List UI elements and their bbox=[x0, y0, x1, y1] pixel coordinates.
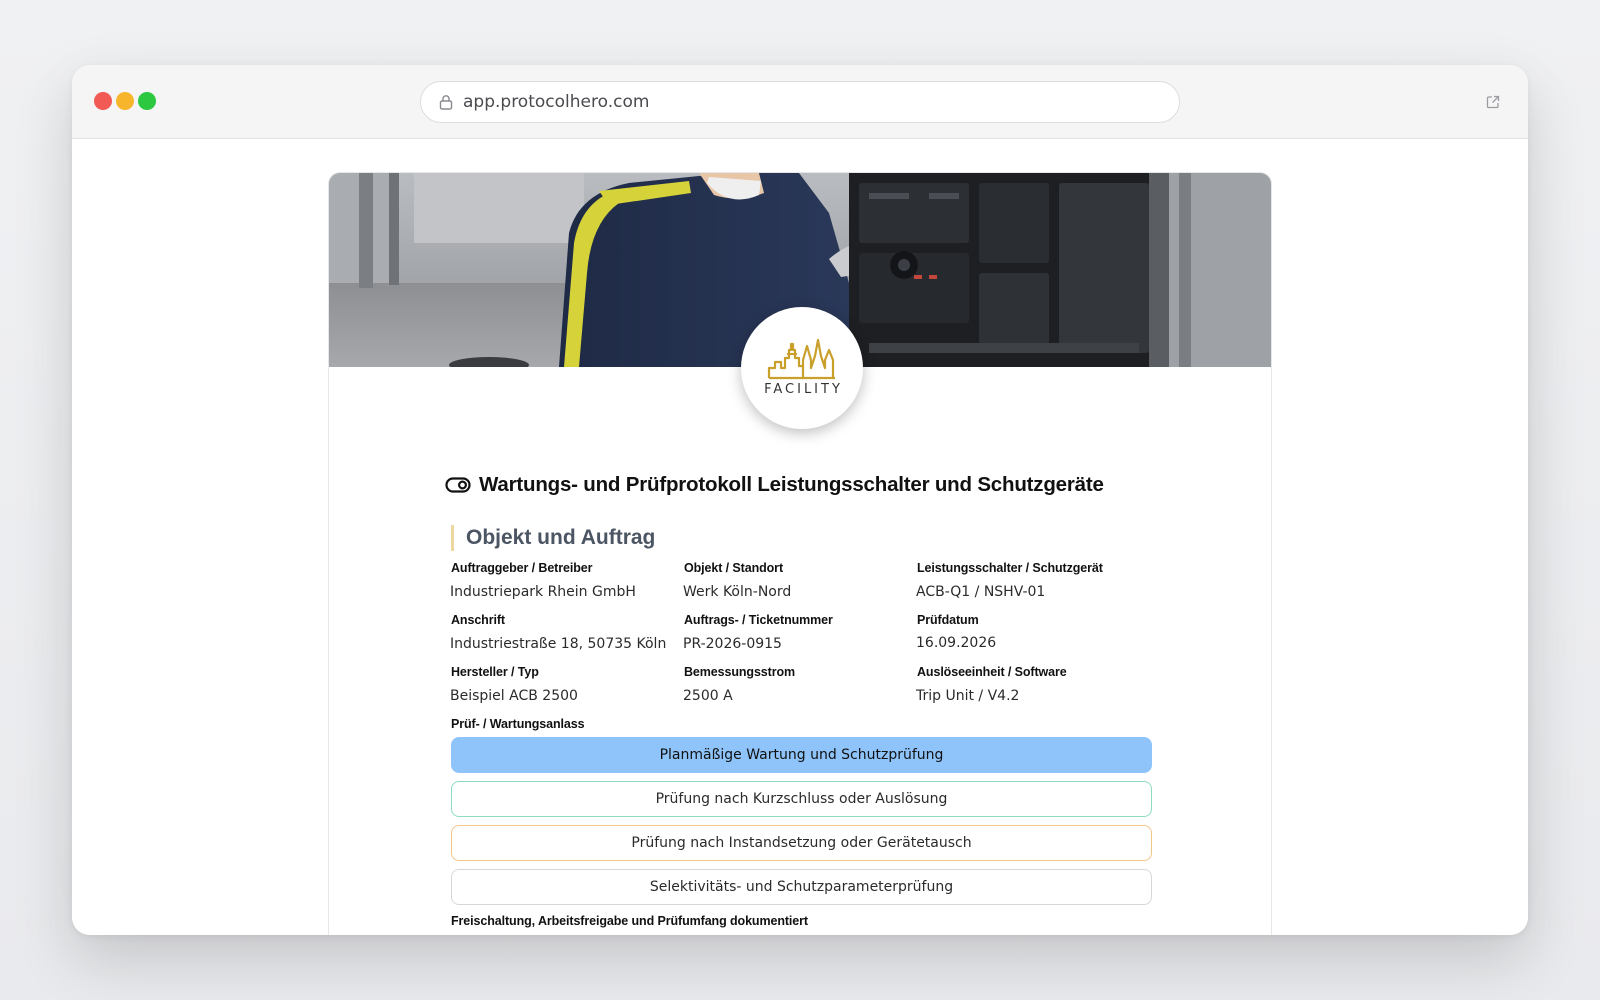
field-label-pruefdatum: Prüfdatum bbox=[917, 613, 979, 627]
field-value-anschrift[interactable]: Industriestraße 18, 50735 Köln bbox=[450, 636, 666, 652]
page-viewport[interactable]: FACILITY Wartungs- und Prüfprotokoll Lei… bbox=[72, 140, 1528, 935]
field-value-pruefdatum[interactable]: 16.09.2026 bbox=[916, 635, 996, 651]
field-value-ausloeseeinheit[interactable]: Trip Unit / V4.2 bbox=[916, 688, 1019, 704]
option-pruefung-instandsetzung[interactable]: Prüfung nach Instandsetzung oder Gerätet… bbox=[451, 825, 1152, 861]
minimize-window-button[interactable] bbox=[116, 92, 134, 110]
close-window-button[interactable] bbox=[94, 92, 112, 110]
skyline-logo-icon bbox=[767, 338, 835, 379]
option-planmaessige-wartung[interactable]: Planmäßige Wartung und Schutzprüfung bbox=[451, 737, 1152, 773]
field-label-bemessungsstrom: Bemessungsstrom bbox=[684, 665, 796, 679]
field-value-bemessungsstrom[interactable]: 2500 A bbox=[683, 688, 733, 704]
field-value-auftraggeber[interactable]: Industriepark Rhein GmbH bbox=[450, 584, 636, 600]
section-title: Objekt und Auftrag bbox=[466, 526, 656, 549]
protocol-card: FACILITY Wartungs- und Prüfprotokoll Lei… bbox=[328, 172, 1272, 935]
browser-window: app.protocolhero.com FACILITY Wartungs- … bbox=[72, 65, 1528, 935]
option-pruefung-kurzschluss[interactable]: Prüfung nach Kurzschluss oder Auslösung bbox=[451, 781, 1152, 817]
company-logo: FACILITY bbox=[741, 307, 863, 429]
lock-icon bbox=[439, 95, 453, 110]
field-label-leistungsschalter: Leistungsschalter / Schutzgerät bbox=[917, 561, 1103, 575]
field-value-hersteller[interactable]: Beispiel ACB 2500 bbox=[450, 688, 578, 704]
field-label-objekt: Objekt / Standort bbox=[684, 561, 784, 575]
field-label-auftraggeber: Auftraggeber / Betreiber bbox=[451, 561, 593, 575]
document-title: Wartungs- und Prüfprotokoll Leistungssch… bbox=[479, 473, 1104, 496]
field-value-leistungsschalter[interactable]: ACB-Q1 / NSHV-01 bbox=[916, 584, 1045, 600]
toggle-switch-icon bbox=[445, 477, 471, 493]
address-bar[interactable]: app.protocolhero.com bbox=[420, 81, 1180, 123]
open-external-icon[interactable] bbox=[1486, 95, 1500, 109]
field-label-hersteller: Hersteller / Typ bbox=[451, 665, 539, 679]
field-value-objekt[interactable]: Werk Köln-Nord bbox=[683, 584, 791, 600]
address-bar-url: app.protocolhero.com bbox=[463, 92, 650, 112]
document-title-row: Wartungs- und Prüfprotokoll Leistungssch… bbox=[445, 473, 1104, 497]
browser-titlebar: app.protocolhero.com bbox=[72, 65, 1528, 139]
option-selektivitaetspruefung[interactable]: Selektivitäts- und Schutzparameterprüfun… bbox=[451, 869, 1152, 905]
field-label-ausloeseeinheit: Auslöseeinheit / Software bbox=[917, 665, 1067, 679]
maximize-window-button[interactable] bbox=[138, 92, 156, 110]
field-value-ticketnummer[interactable]: PR-2026-0915 bbox=[683, 636, 782, 652]
field-label-anlass: Prüf- / Wartungsanlass bbox=[451, 717, 585, 731]
field-label-anschrift: Anschrift bbox=[451, 613, 505, 627]
logo-text: FACILITY bbox=[764, 381, 843, 397]
field-label-freischaltung: Freischaltung, Arbeitsfreigabe und Prüfu… bbox=[451, 914, 808, 928]
section-header: Objekt und Auftrag bbox=[451, 525, 655, 551]
field-label-ticketnummer: Auftrags- / Ticketnummer bbox=[684, 613, 833, 627]
